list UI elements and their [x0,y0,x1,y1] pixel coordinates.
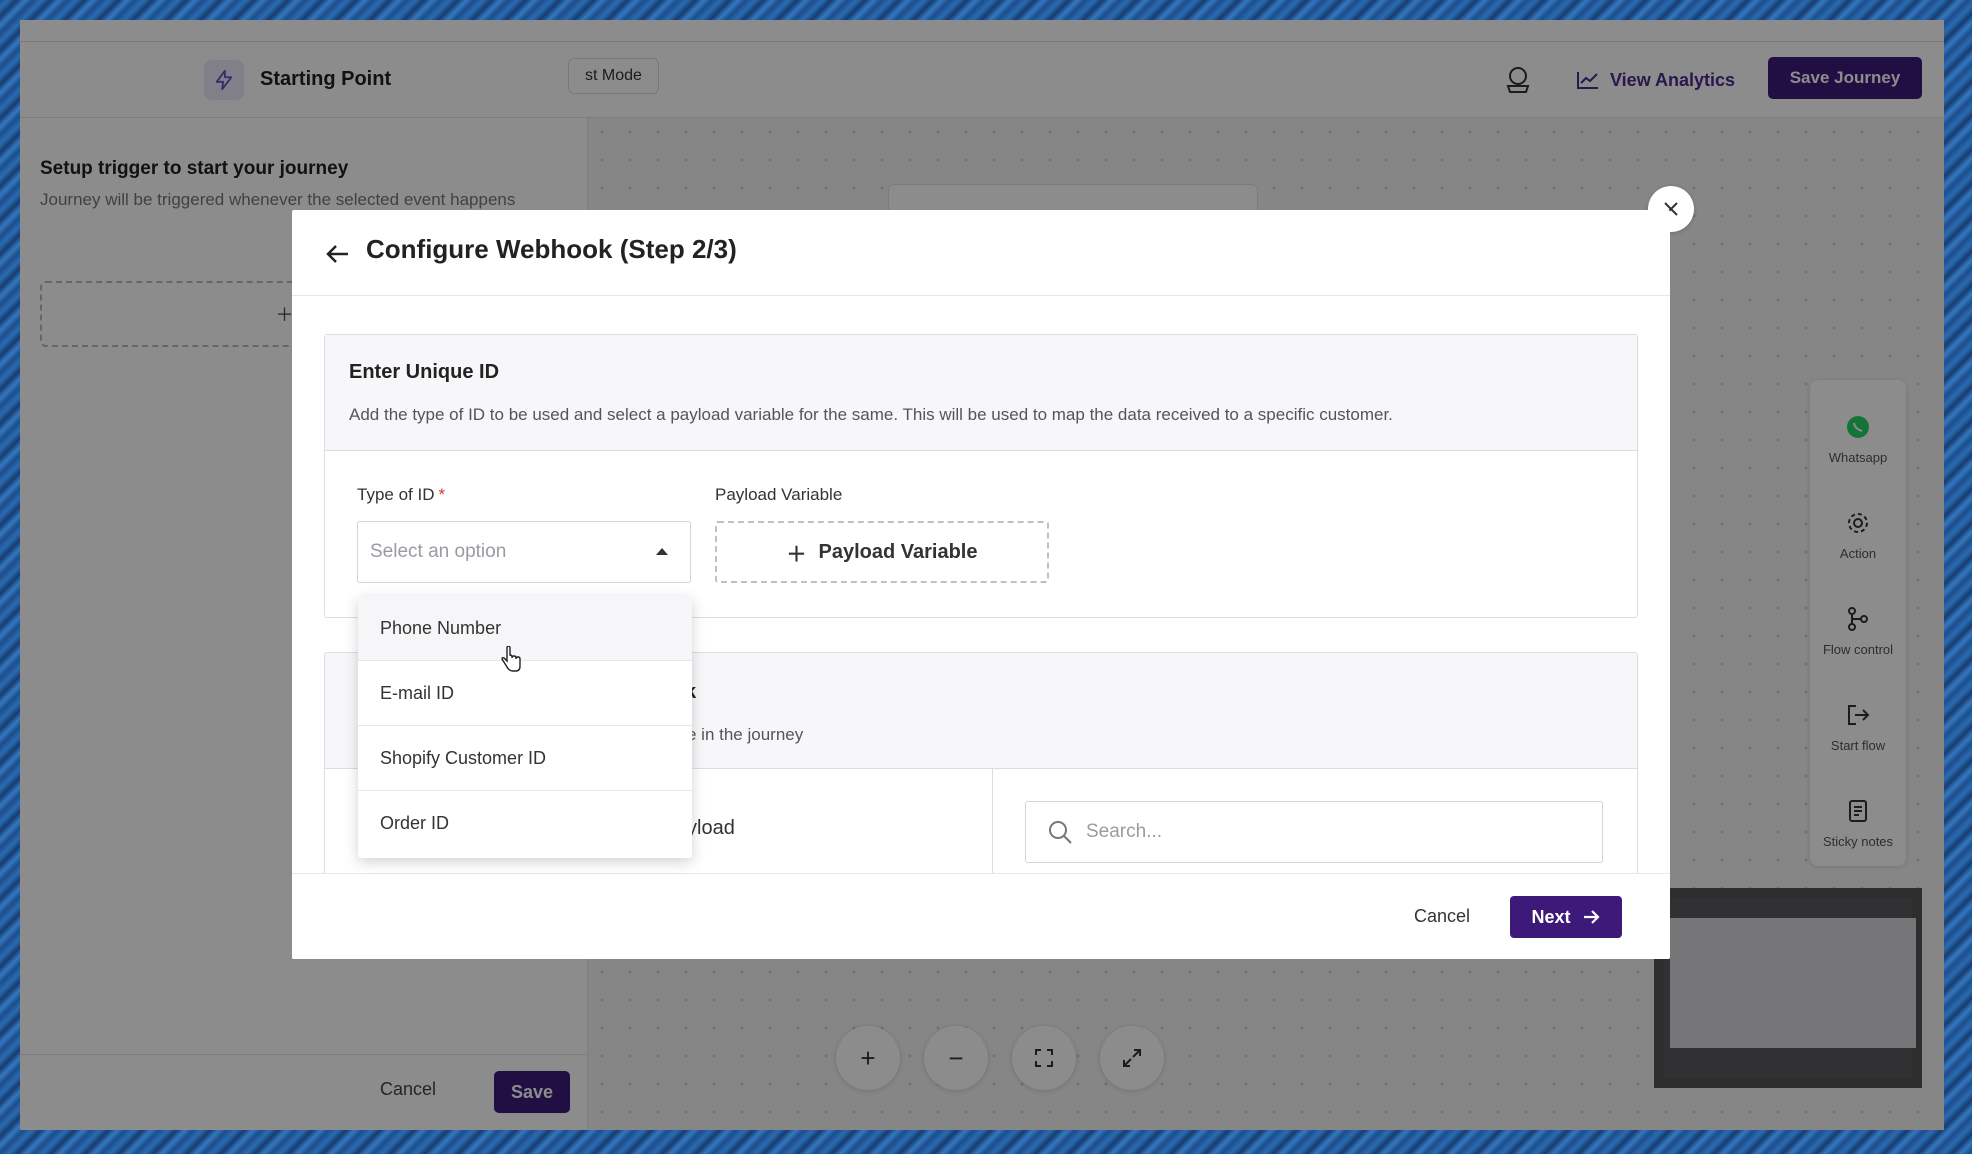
search-icon [1047,819,1073,845]
option-email-id[interactable]: E-mail ID [358,661,692,726]
type-of-id-select[interactable]: Select an option [357,521,691,583]
type-of-id-label: Type of ID * [357,485,445,505]
unique-id-card: Enter Unique ID Add the type of ID to be… [324,334,1638,618]
next-button-label: Next [1531,906,1571,927]
unique-id-header: Enter Unique ID Add the type of ID to be… [325,335,1637,451]
modal-title: Configure Webhook (Step 2/3) [366,234,737,264]
arrow-right-icon [1583,910,1600,924]
required-mark: * [438,485,446,504]
payload-variable-label: Payload Variable [715,485,843,504]
payload-mapping-description: e in the journey [687,725,804,744]
unique-id-description: Add the type of ID to be used and select… [349,405,1393,424]
next-button[interactable]: Next [1510,896,1622,938]
add-payload-variable-button[interactable]: ＋ Payload Variable [715,521,1049,583]
hand-cursor-icon [500,645,522,674]
modal-header: Configure Webhook (Step 2/3) [292,210,1670,296]
search-input[interactable]: Search... [1025,801,1603,863]
plus-icon: ＋ [786,543,807,566]
unique-id-title: Enter Unique ID [349,361,500,383]
caret-up-icon [656,548,668,555]
payload-variable-button-label: Payload Variable [818,540,978,563]
modal-footer: Cancel Next [292,873,1670,959]
type-of-id-dropdown: Phone Number E-mail ID Shopify Customer … [358,596,692,858]
option-order-id[interactable]: Order ID [358,791,692,856]
cancel-button[interactable]: Cancel [1414,906,1470,927]
payload-tree-label: yload [687,817,735,839]
select-placeholder: Select an option [370,541,507,562]
type-of-id-label-text: Type of ID [357,485,435,504]
option-shopify-customer-id[interactable]: Shopify Customer ID [358,726,692,791]
back-arrow-icon[interactable] [324,240,352,268]
option-phone-number[interactable]: Phone Number [358,596,692,661]
